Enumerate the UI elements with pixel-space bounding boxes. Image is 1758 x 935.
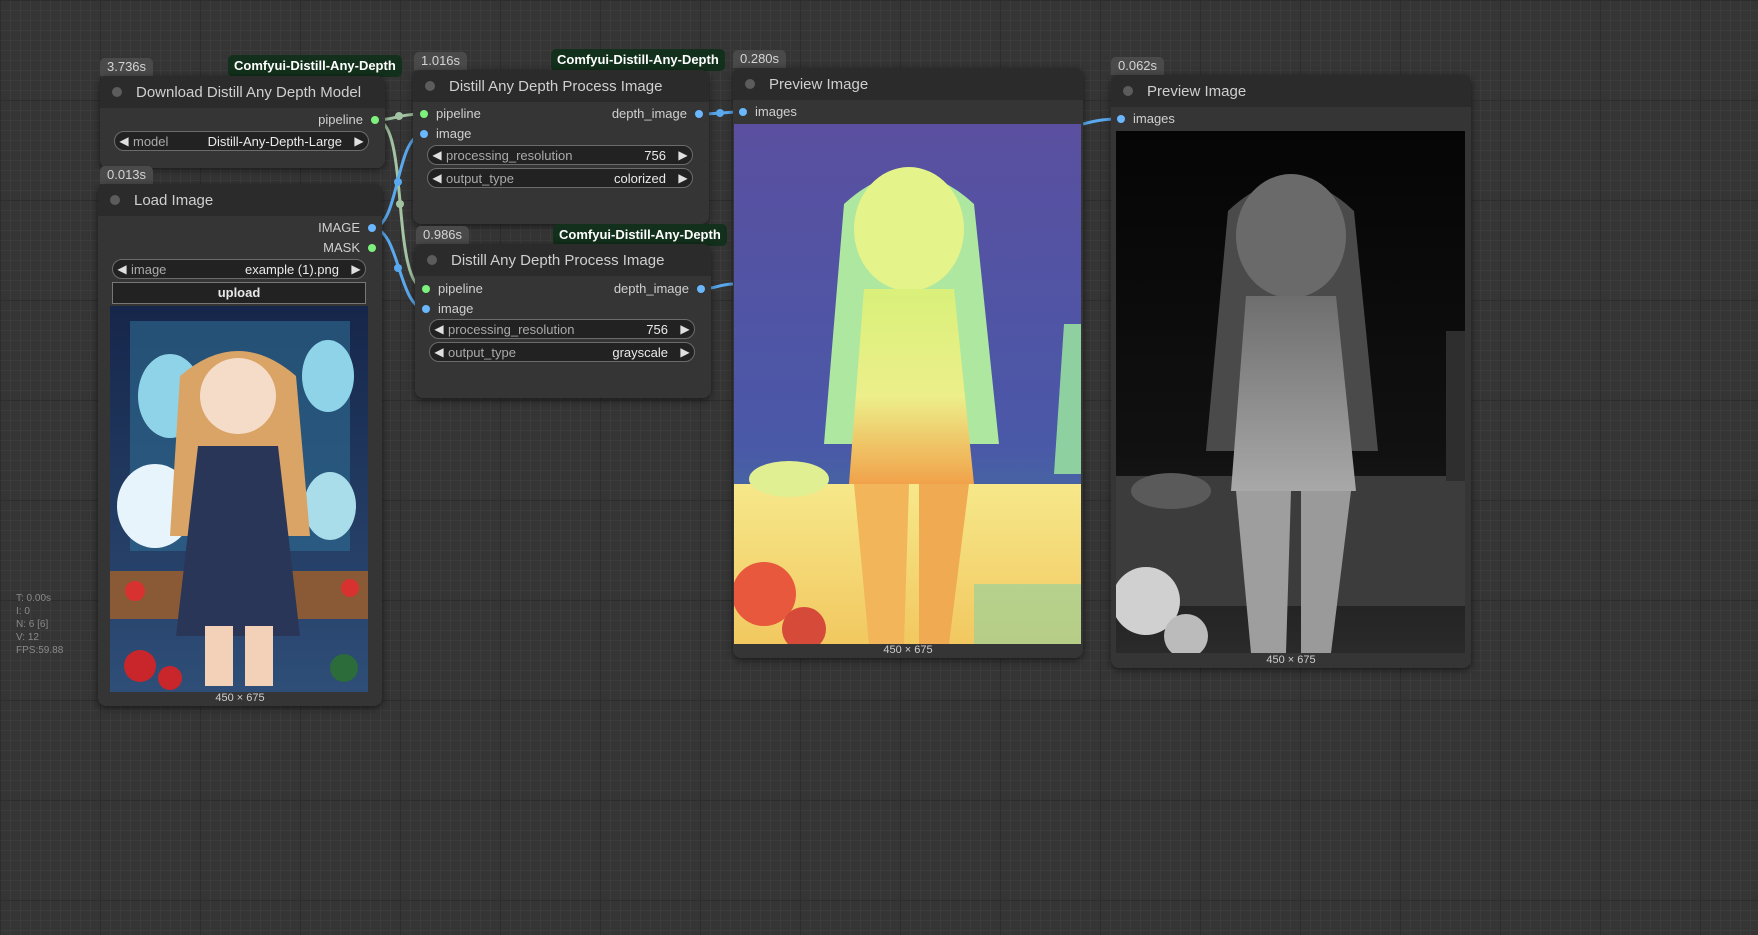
collapse-dot-icon[interactable] [745,79,755,89]
node-title: Load Image [134,191,214,209]
node-header[interactable]: Download Distill Any Depth Model [100,76,385,108]
process-image-node-2[interactable]: Distill Any Depth Process Image pipeline… [415,244,711,398]
arrow-right-icon[interactable]: ▶ [674,171,692,185]
node-pack-badge: Comfyui-Distill-Any-Depth [228,55,402,77]
output-type-widget[interactable]: ◀ output_type grayscale ▶ [429,342,695,362]
stat-v: V: 12 [16,632,39,643]
arrow-left-icon[interactable]: ◀ [428,148,446,162]
arrow-right-icon[interactable]: ▶ [674,148,692,162]
arrow-left-icon[interactable]: ◀ [430,322,448,336]
depth-image-output-slot[interactable]: depth_image [612,104,703,124]
image-input-slot[interactable]: image [422,299,473,319]
execution-time-badge: 3.736s [100,58,154,76]
arrow-left-icon[interactable]: ◀ [430,345,448,359]
colorized-depth-image [734,124,1081,644]
image-input-slot[interactable]: image [420,124,471,144]
node-header[interactable]: Distill Any Depth Process Image [415,244,711,276]
execution-time-badge: 0.062s [1111,57,1165,75]
node-title: Distill Any Depth Process Image [449,77,663,95]
preview-image-node-2[interactable]: Preview Image images 450 × 675 [1111,75,1471,668]
process-image-node-1[interactable]: Distill Any Depth Process Image pipeline… [413,70,709,224]
mask-output-slot[interactable]: MASK [323,238,376,258]
execution-time-badge: 0.280s [733,50,787,68]
arrow-left-icon[interactable]: ◀ [115,134,133,148]
image-combo-widget[interactable]: ◀ image example (1).png ▶ [112,259,366,279]
images-input-slot[interactable]: images [739,102,797,122]
collapse-dot-icon[interactable] [110,195,120,205]
canvas-stats: T: 0.00s I: 0 N: 6 [6] V: 12 FPS:59.88 [16,592,63,657]
pipeline-input-slot[interactable]: pipeline [422,279,483,299]
preview-image-node-1[interactable]: Preview Image images 450 × 675 [733,68,1083,658]
download-model-node[interactable]: Download Distill Any Depth Model pipelin… [100,76,385,168]
processing-resolution-widget[interactable]: ◀ processing_resolution 756 ▶ [427,145,693,165]
load-image-node[interactable]: Load Image IMAGE MASK ◀ image example (1… [98,184,382,706]
node-header[interactable]: Preview Image [1111,75,1471,107]
arrow-right-icon[interactable]: ▶ [350,134,368,148]
execution-time-badge: 1.016s [414,52,468,70]
arrow-right-icon[interactable]: ▶ [676,322,694,336]
collapse-dot-icon[interactable] [425,81,435,91]
grayscale-depth-image [1116,131,1465,653]
arrow-right-icon[interactable]: ▶ [347,262,365,276]
image-output-slot[interactable]: IMAGE [318,218,376,238]
image-dimensions: 450 × 675 [883,644,933,656]
execution-time-badge: 0.013s [100,166,154,184]
stat-i: I: 0 [16,606,30,617]
input-image [110,306,368,692]
pipeline-input-slot[interactable]: pipeline [420,104,481,124]
arrow-left-icon[interactable]: ◀ [113,262,131,276]
upload-button[interactable]: upload [112,282,366,304]
node-header[interactable]: Distill Any Depth Process Image [413,70,709,102]
pipeline-output-slot[interactable]: pipeline [318,110,379,130]
depth-image-output-slot[interactable]: depth_image [614,279,705,299]
output-type-widget[interactable]: ◀ output_type colorized ▶ [427,168,693,188]
node-pack-badge: Comfyui-Distill-Any-Depth [553,224,727,246]
processing-resolution-widget[interactable]: ◀ processing_resolution 756 ▶ [429,319,695,339]
node-title: Download Distill Any Depth Model [136,83,362,101]
node-header[interactable]: Preview Image [733,68,1083,100]
model-combo-widget[interactable]: ◀ model Distill-Any-Depth-Large ▶ [114,131,369,151]
images-input-slot[interactable]: images [1117,109,1175,129]
execution-time-badge: 0.986s [416,226,470,244]
stat-time: T: 0.00s [16,593,52,604]
node-title: Distill Any Depth Process Image [451,251,665,269]
stat-fps: FPS:59.88 [16,645,64,656]
node-pack-badge: Comfyui-Distill-Any-Depth [551,49,725,71]
arrow-right-icon[interactable]: ▶ [676,345,694,359]
collapse-dot-icon[interactable] [112,87,122,97]
node-header[interactable]: Load Image [98,184,382,216]
image-dimensions: 450 × 675 [1266,654,1316,666]
collapse-dot-icon[interactable] [1123,86,1133,96]
collapse-dot-icon[interactable] [427,255,437,265]
node-title: Preview Image [1147,82,1247,100]
stat-nodes: N: 6 [6] [16,619,49,630]
node-title: Preview Image [769,75,869,93]
image-dimensions: 450 × 675 [215,692,265,704]
arrow-left-icon[interactable]: ◀ [428,171,446,185]
